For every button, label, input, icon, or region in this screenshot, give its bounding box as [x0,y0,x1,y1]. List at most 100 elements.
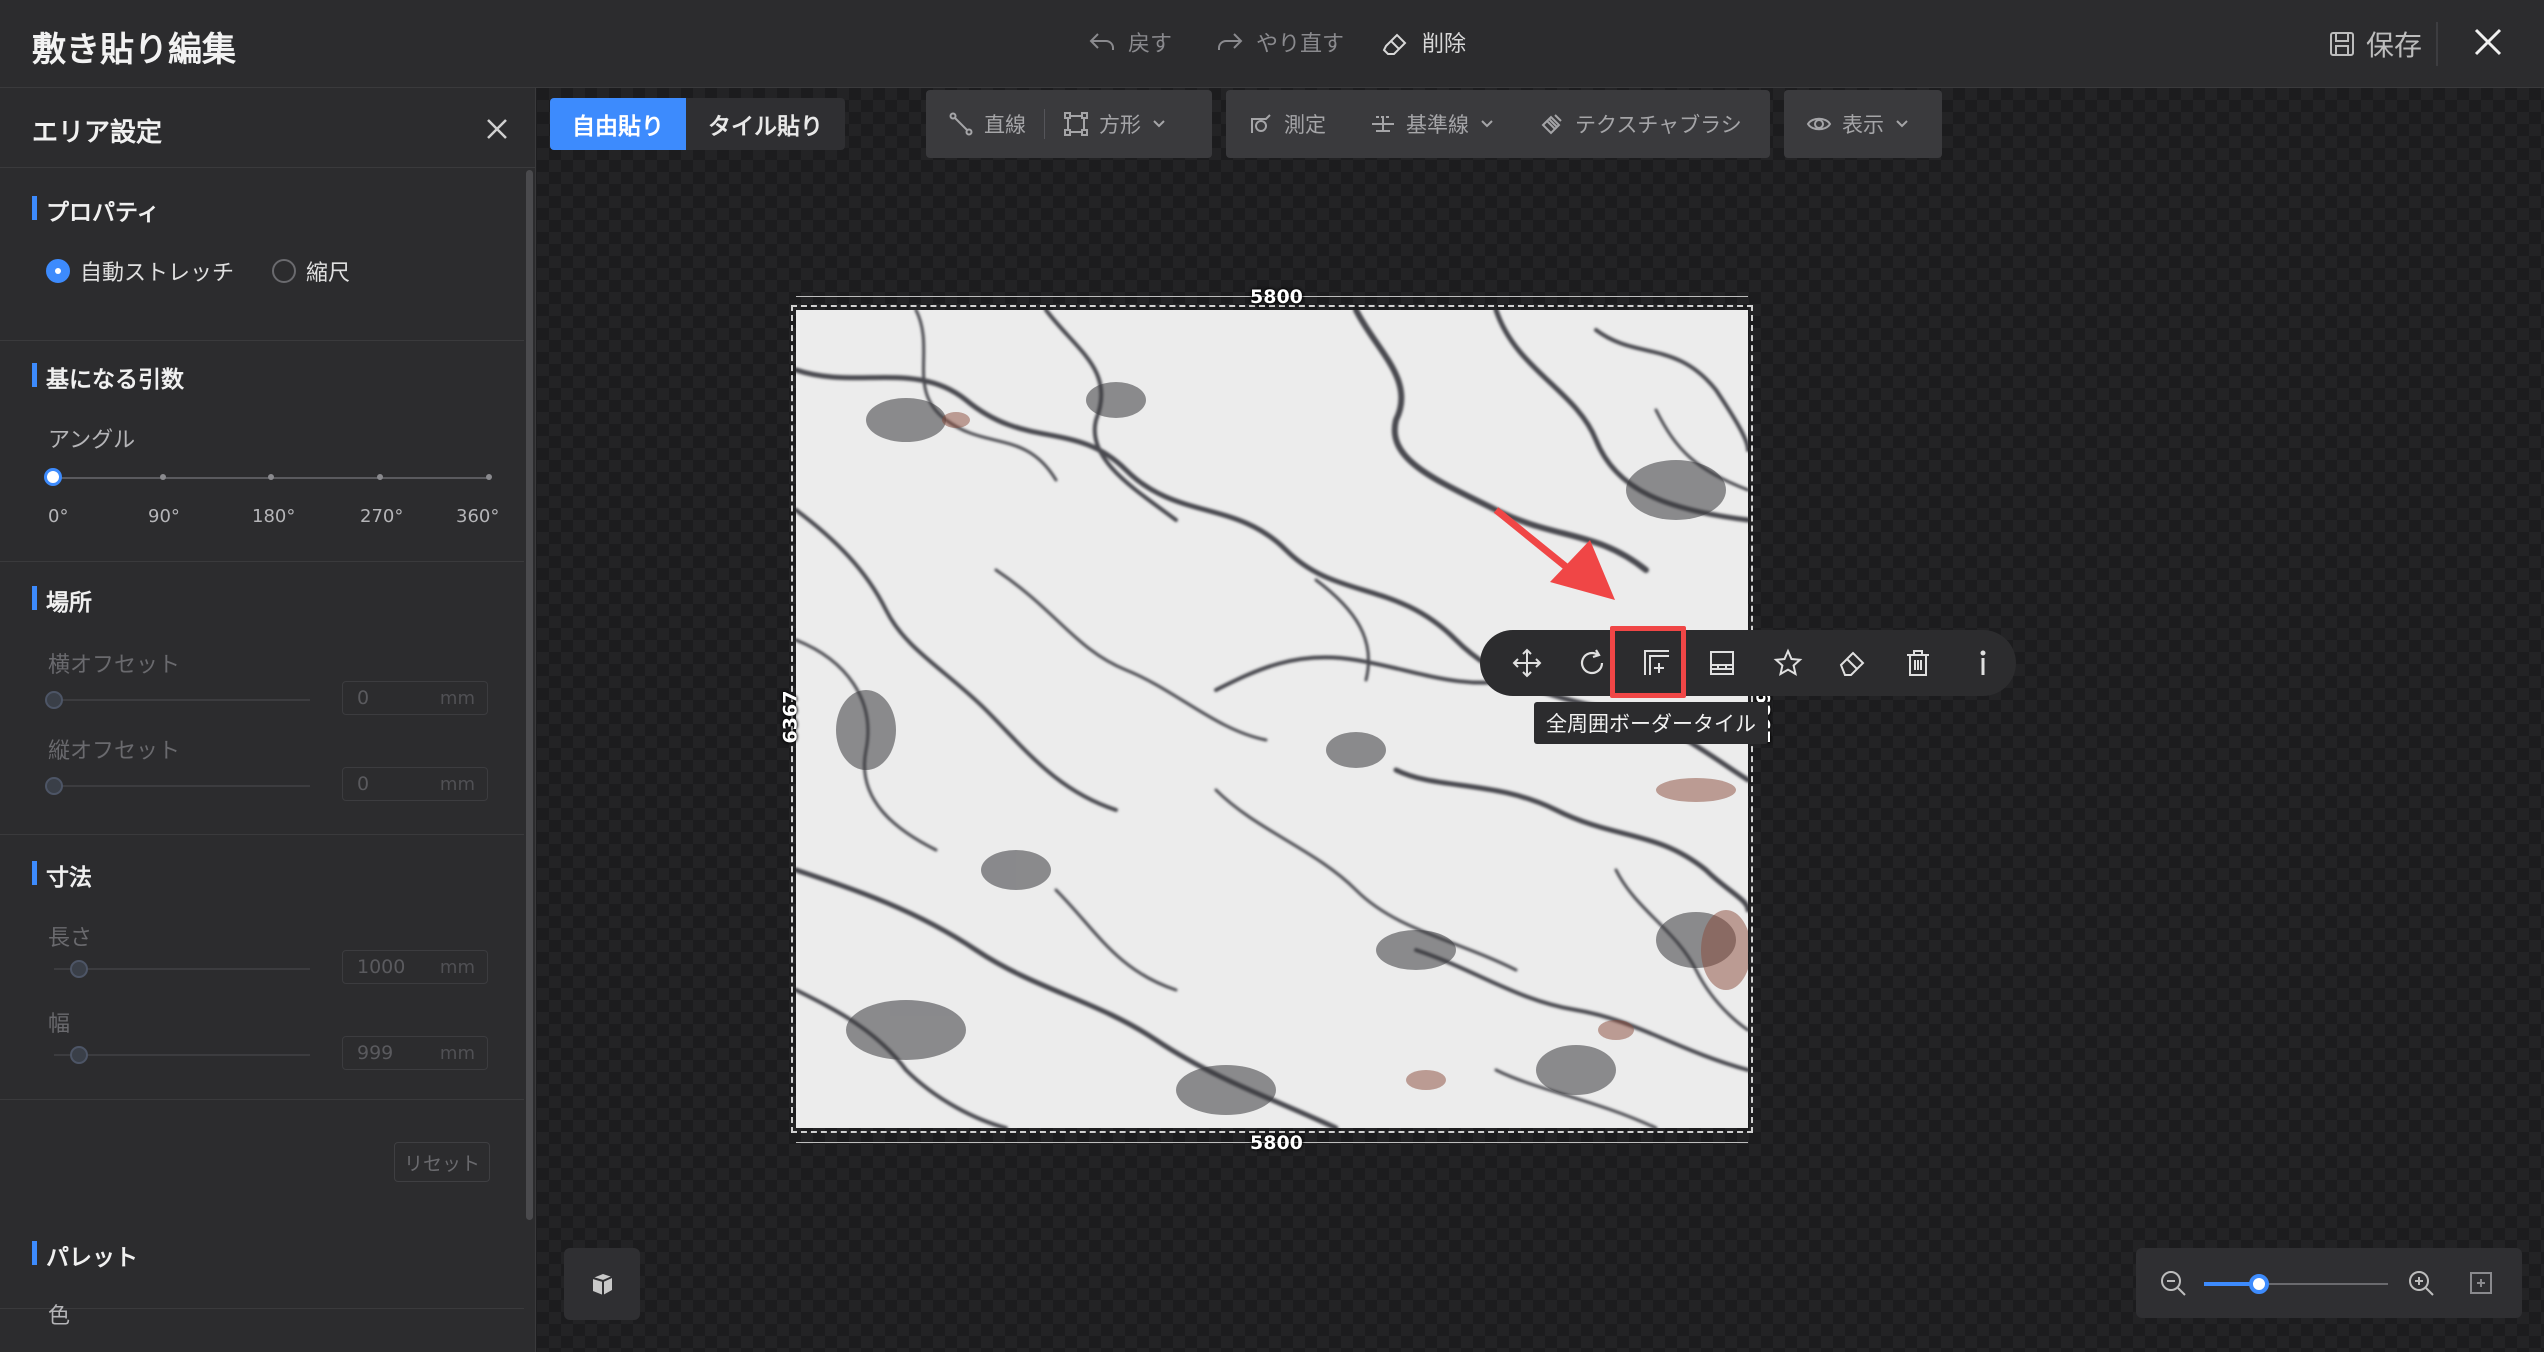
v-offset-label: 縦オフセット [48,739,181,764]
draw-tool-group: 直線 方形 [926,90,1212,158]
v-offset-slider-track[interactable] [54,785,310,787]
baseline-tool[interactable]: 基準線 [1348,109,1517,139]
v-offset-input[interactable]: 0 mm [342,767,488,801]
radio-dot-checked [46,259,70,283]
measure-tool-group: 測定 基準線 テクスチャブラシ [1226,90,1770,158]
cube-icon [592,1274,613,1295]
close-icon[interactable] [2468,22,2508,62]
width-slider-track[interactable] [54,1054,310,1056]
location-title: 場所 [32,583,92,617]
v-offset-slider-knob[interactable] [45,777,63,795]
texture-brush-label: テクスチャブラシ [1575,113,1742,137]
panel-header: エリア設定 [0,88,535,168]
size-section: 寸法 長さ 1000 mm 幅 999 mm [0,836,524,1100]
trash-icon [1907,650,1930,676]
zoom-slider-knob[interactable] [2249,1274,2270,1294]
size-title: 寸法 [32,858,92,892]
reset-button[interactable]: リセット [394,1142,490,1182]
zoom-in-icon[interactable] [2406,1268,2436,1298]
rect-label: 方形 [1099,113,1141,137]
undo-label: 戻す [1128,32,1173,57]
v-offset-unit: mm [439,773,475,795]
red-arrow-annotation [1493,507,1615,600]
dimension-left: 6367 [779,690,802,744]
zoom-out-icon[interactable] [2158,1268,2188,1298]
length-value: 1000 [357,956,406,978]
angle-tick-label: 270° [360,506,404,527]
favorite-button[interactable] [1755,630,1820,696]
dimension-bottom: 5800 [1250,1132,1303,1154]
palette-title: パレット [32,1238,138,1272]
move-button[interactable] [1494,630,1559,696]
length-slider-track[interactable] [54,968,310,970]
undo-button[interactable]: 戻す [1086,26,1172,58]
title-separator [2436,22,2438,66]
line-tool[interactable]: 直線 [926,109,1044,139]
h-offset-slider-track[interactable] [54,699,310,701]
line-icon [949,112,973,136]
baseline-icon [1372,116,1394,132]
h-offset-slider-knob[interactable] [45,691,63,709]
length-slider-knob[interactable] [70,960,88,978]
measure-label: 測定 [1284,113,1326,137]
h-offset-label: 横オフセット [48,653,181,678]
save-icon [2330,32,2354,56]
delete-tile-button[interactable] [1886,630,1951,696]
window-title: 敷き貼り編集 [32,30,236,70]
star-icon [1773,648,1803,677]
3d-view-button[interactable] [564,1248,640,1320]
rotate-icon [1580,649,1603,675]
color-label: 色 [48,1304,71,1329]
baseline-label: 基準線 [1406,113,1469,137]
rect-icon [1064,112,1088,136]
tile-context-toolbar [1480,630,2016,696]
info-icon [1980,650,1986,675]
h-offset-input[interactable]: 0 mm [342,681,488,715]
redo-label: やり直す [1256,32,1345,57]
radio-auto-stretch[interactable]: 自動ストレッチ [46,255,234,287]
paste-mode-toggle: 自由貼り タイル貼り [550,98,845,150]
fit-screen-icon[interactable] [2466,1268,2496,1298]
texture-brush-tool[interactable]: テクスチャブラシ [1517,109,1764,139]
area-settings-panel: エリア設定 プロパティ 自動ストレッチ 縮尺 基になる引数 アングル 0° 90… [0,88,536,1352]
delete-button[interactable]: 削除 [1380,26,1466,58]
width-unit: mm [439,1042,475,1064]
panel-close-icon[interactable] [482,114,512,144]
length-unit: mm [439,956,475,978]
tile-row-button[interactable] [1690,630,1755,696]
v-offset-value: 0 [357,773,370,795]
params-title: 基になる引数 [32,360,184,394]
save-label: 保存 [2366,29,2423,62]
save-button[interactable]: 保存 [2328,24,2422,64]
location-section: 場所 横オフセット 0 mm 縦オフセット 0 mm [0,563,524,835]
radio-dot [272,259,296,283]
h-offset-value: 0 [357,687,370,709]
mode-free-paste[interactable]: 自由貼り [550,98,686,150]
width-label: 幅 [48,1012,71,1037]
mode-tile-paste[interactable]: タイル貼り [686,98,845,150]
measure-icon [1251,114,1271,133]
length-input[interactable]: 1000 mm [342,950,488,984]
panel-title: エリア設定 [32,118,163,148]
measure-tool[interactable]: 測定 [1226,109,1348,139]
border-tile-tooltip: 全周囲ボーダータイル [1534,702,1768,744]
width-input[interactable]: 999 mm [342,1036,488,1070]
length-label: 長さ [48,926,93,951]
width-value: 999 [357,1042,394,1064]
view-tool-group: 表示 [1784,90,1942,158]
property-section: プロパティ 自動ストレッチ 縮尺 [0,169,524,341]
redo-button[interactable]: やり直す [1214,26,1344,58]
rect-tool[interactable]: 方形 [1045,109,1189,139]
panel-scrollbar[interactable] [526,170,533,1220]
radio-scale[interactable]: 縮尺 [272,255,350,287]
angle-slider-knob[interactable] [44,468,62,486]
erase-button[interactable] [1820,630,1885,696]
view-tool[interactable]: 表示 [1784,109,1932,139]
info-button[interactable] [1951,630,2016,696]
redo-icon [1218,33,1243,50]
view-label: 表示 [1842,113,1884,137]
width-slider-knob[interactable] [70,1046,88,1064]
highlight-box [1610,626,1686,698]
delete-label: 削除 [1422,32,1467,57]
angle-tick [268,474,274,480]
